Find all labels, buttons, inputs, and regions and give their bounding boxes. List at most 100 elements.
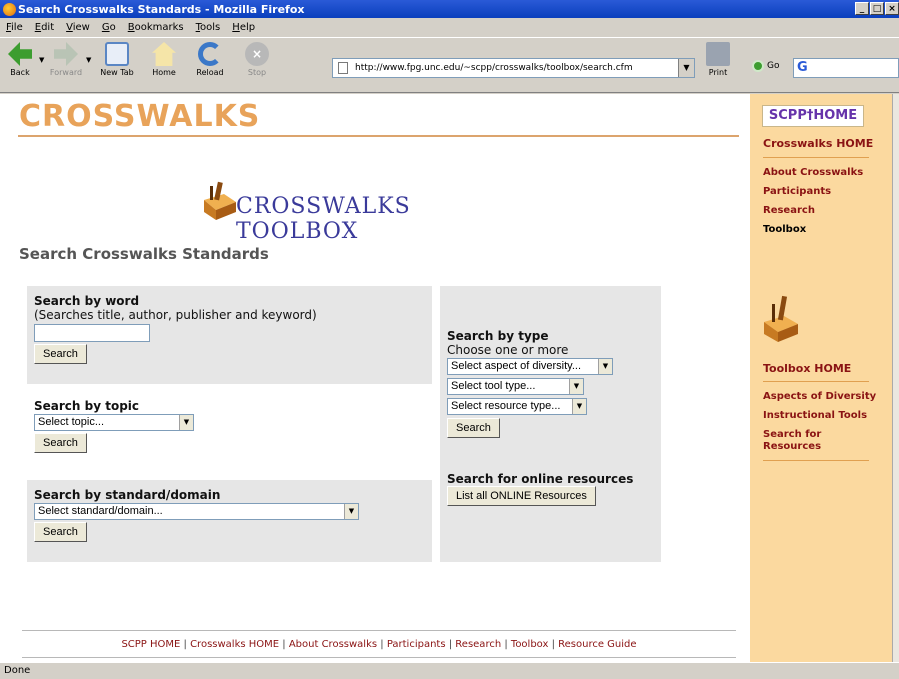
footer-link-participants[interactable]: Participants [387, 639, 446, 650]
footer-link-toolbox[interactable]: Toolbox [511, 639, 549, 650]
diversity-select-value: Select aspect of diversity... [451, 360, 582, 372]
close-icon[interactable]: × [885, 2, 899, 15]
sidebar-item-instructional-tools[interactable]: Instructional Tools [763, 410, 867, 421]
topic-select[interactable]: Select topic... ▼ [34, 414, 194, 431]
sidebar-item-aspects[interactable]: Aspects of Diversity [763, 391, 876, 402]
chevron-down-icon: ▼ [344, 504, 358, 519]
back-dropdown-icon[interactable]: ▼ [39, 56, 44, 64]
sidebar-item-toolbox[interactable]: Toolbox [763, 224, 806, 235]
toolbox-title: CROSSWALKS TOOLBOX [236, 194, 411, 244]
search-word-input[interactable] [34, 324, 150, 342]
online-resources-label: Search for online resources [447, 472, 634, 486]
menu-help[interactable]: Help [226, 22, 261, 33]
home-button[interactable]: Home [144, 42, 184, 77]
firefox-icon [3, 2, 16, 16]
home-icon [152, 42, 176, 66]
diversity-select[interactable]: Select aspect of diversity... ▼ [447, 358, 613, 375]
print-label: Print [708, 68, 728, 77]
web-search-input[interactable]: G [793, 58, 899, 78]
tool-type-select[interactable]: Select tool type... ▼ [447, 378, 584, 395]
footer-separator: | [279, 639, 289, 650]
window-title: Search Crosswalks Standards - Mozilla Fi… [18, 2, 305, 16]
new-tab-icon [105, 42, 129, 66]
page-content: CROSSWALKS CROSSWALKS TOOLBOX Search Cro… [0, 94, 892, 662]
new-tab-label: New Tab [100, 68, 134, 77]
search-type-label: Search by type [447, 329, 549, 343]
sidebar-item-search-resources[interactable]: Search for Resources [763, 429, 853, 453]
reload-label: Reload [196, 68, 224, 77]
reload-button[interactable]: Reload [190, 42, 230, 77]
minimize-icon[interactable]: _ [855, 2, 869, 15]
back-button[interactable]: Back [0, 42, 40, 77]
stop-button[interactable]: × Stop [237, 42, 277, 77]
forward-arrow-icon [54, 42, 78, 66]
footer-link-scpp-home[interactable]: SCPP HOME [121, 639, 180, 650]
search-word-hint: (Searches title, author, publisher and k… [34, 308, 317, 322]
search-standard-label: Search by standard/domain [34, 488, 221, 502]
search-word-label: Search by word [34, 294, 140, 308]
forward-dropdown-icon[interactable]: ▼ [86, 56, 91, 64]
menu-tools[interactable]: Tools [190, 22, 227, 33]
footer-link-resource-guide[interactable]: Resource Guide [558, 639, 636, 650]
standard-select[interactable]: Select standard/domain... ▼ [34, 503, 359, 520]
resource-type-select-value: Select resource type... [451, 400, 561, 412]
standard-select-value: Select standard/domain... [38, 505, 163, 517]
footer-separator: | [180, 639, 191, 650]
search-type-button[interactable]: Search [447, 418, 500, 438]
new-tab-button[interactable]: New Tab [97, 42, 137, 77]
right-sidebar: SCPP†HOME Crosswalks HOME About Crosswal… [750, 94, 892, 662]
scpp-home-button[interactable]: SCPP†HOME [762, 105, 864, 127]
footer-link-about[interactable]: About Crosswalks [289, 639, 377, 650]
search-word-button[interactable]: Search [34, 344, 87, 364]
footer-divider-top [22, 630, 736, 631]
vertical-scrollbar[interactable] [892, 94, 899, 662]
menu-edit[interactable]: Edit [29, 22, 60, 33]
sidebar-item-about[interactable]: About Crosswalks [763, 167, 863, 178]
search-standard-panel: Search by standard/domain Select standar… [27, 480, 432, 562]
footer-separator: | [548, 639, 559, 650]
menu-view[interactable]: View [60, 22, 96, 33]
go-button[interactable]: Go [752, 60, 779, 72]
back-label: Back [10, 68, 30, 77]
topic-select-value: Select topic... [38, 416, 105, 428]
tool-type-select-value: Select tool type... [451, 380, 536, 392]
maximize-icon[interactable]: □ [870, 2, 884, 15]
stop-label: Stop [247, 68, 267, 77]
search-type-sub: Choose one or more [447, 343, 569, 357]
toolbox-banner: CROSSWALKS TOOLBOX [200, 164, 520, 244]
sidebar-item-toolbox-home[interactable]: Toolbox HOME [763, 362, 851, 375]
forward-button[interactable]: Forward [46, 42, 86, 77]
footer-divider-bottom [22, 657, 736, 658]
chevron-down-icon: ▼ [598, 359, 612, 374]
back-arrow-icon [8, 42, 32, 66]
url-dropdown-icon[interactable]: ▼ [678, 59, 694, 77]
url-bar[interactable]: http://www.fpg.unc.edu/~scpp/crosswalks/… [332, 58, 695, 78]
search-topic-label: Search by topic [34, 399, 140, 413]
window-titlebar: Search Crosswalks Standards - Mozilla Fi… [0, 0, 899, 18]
footer-link-research[interactable]: Research [455, 639, 501, 650]
status-bar: Done [0, 662, 899, 679]
sidebar-item-crosswalks-home[interactable]: Crosswalks HOME [763, 137, 873, 150]
logo-divider [18, 135, 739, 137]
search-standard-button[interactable]: Search [34, 522, 87, 542]
chevron-down-icon: ▼ [572, 399, 586, 414]
menu-file[interactable]: File [0, 22, 29, 33]
sidebar-item-research[interactable]: Research [763, 205, 815, 216]
resource-type-select[interactable]: Select resource type... ▼ [447, 398, 587, 415]
footer-separator: | [377, 639, 387, 650]
footer-separator: | [501, 639, 511, 650]
list-online-resources-button[interactable]: List all ONLINE Resources [447, 486, 596, 506]
footer-separator: | [445, 639, 456, 650]
stop-icon: × [245, 42, 269, 66]
sidebar-divider [763, 381, 869, 382]
page-icon [338, 62, 348, 74]
footer-link-crosswalks-home[interactable]: Crosswalks HOME [190, 639, 279, 650]
url-text: http://www.fpg.unc.edu/~scpp/crosswalks/… [355, 63, 633, 73]
footer-nav: SCPP HOME | Crosswalks HOME | About Cros… [22, 639, 736, 650]
search-topic-button[interactable]: Search [34, 433, 87, 453]
menu-bookmarks[interactable]: Bookmarks [122, 22, 190, 33]
print-button[interactable]: Print [698, 42, 738, 77]
sidebar-item-participants[interactable]: Participants [763, 186, 831, 197]
chevron-down-icon: ▼ [179, 415, 193, 430]
menu-go[interactable]: Go [96, 22, 122, 33]
